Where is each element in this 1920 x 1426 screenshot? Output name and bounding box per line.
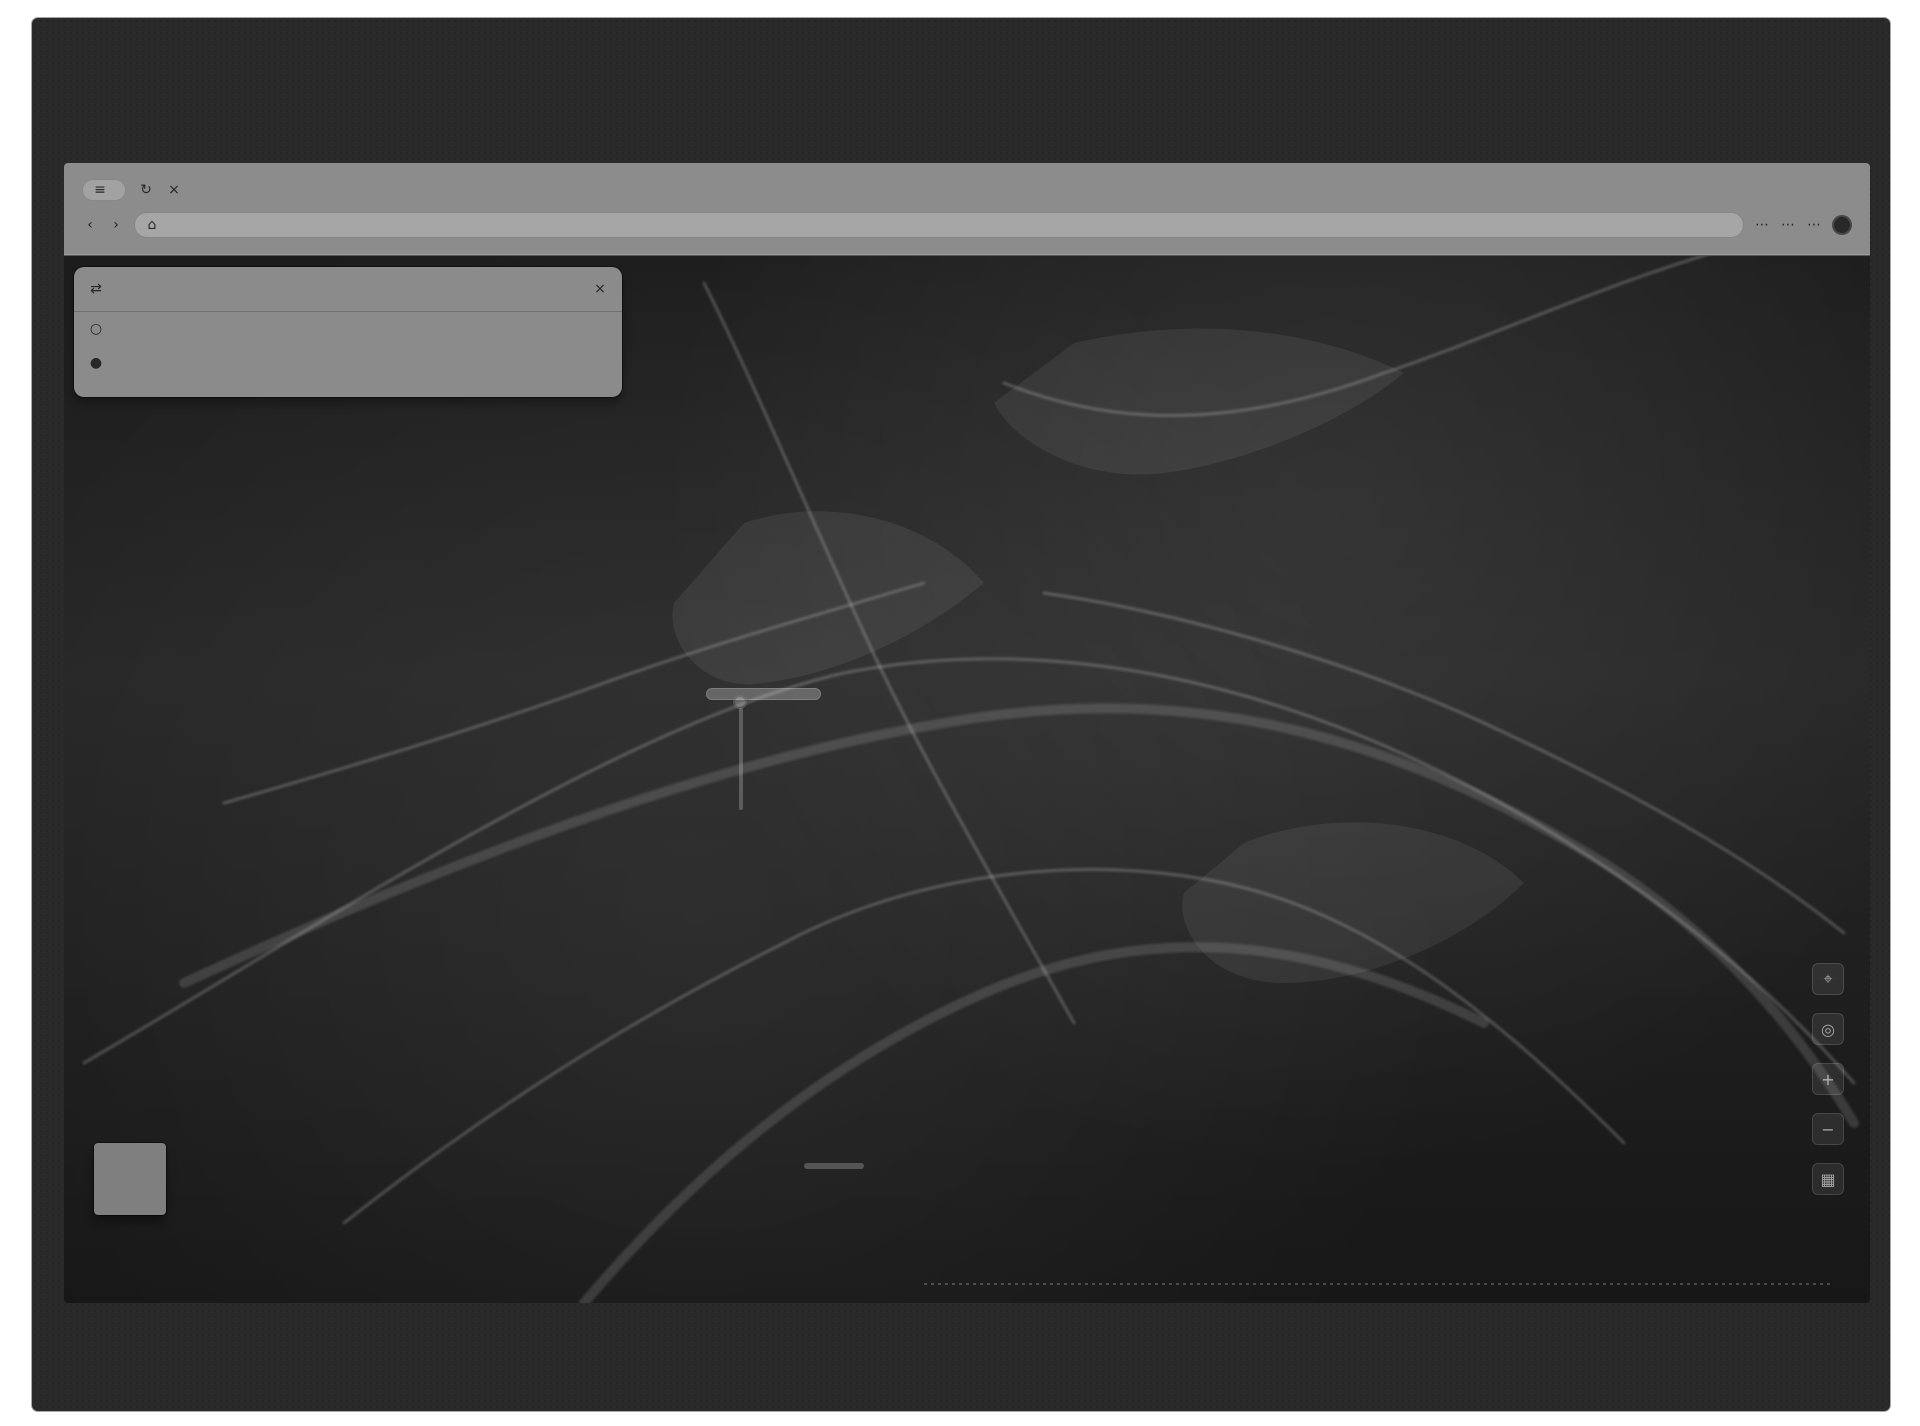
panel-line-1[interactable]: ○	[74, 312, 622, 346]
compass-icon[interactable]: ⌖	[1812, 963, 1844, 995]
address-bar[interactable]: ⌂	[134, 212, 1744, 238]
menu-icon: ≡	[94, 182, 106, 198]
map-controls: ⌖ ◎ + − ▦	[1804, 963, 1852, 1195]
site-icon: ⌂	[147, 217, 157, 233]
zoom-in-icon[interactable]: +	[1812, 1063, 1844, 1095]
map-screen: ≡ ↻ × ‹ › ⌂ ⋯ ⋯ ⋯ ⇄ × ○ ● ⌖ ◎ + − ▦	[64, 163, 1870, 1303]
marker-label[interactable]	[706, 688, 821, 700]
directions-icon[interactable]: ⇄	[88, 281, 104, 297]
close-icon[interactable]: ×	[166, 182, 182, 198]
major-road	[179, 703, 1859, 1128]
terrain-shade	[1182, 822, 1524, 983]
printed-photo: ≡ ↻ × ‹ › ⌂ ⋯ ⋯ ⋯ ⇄ × ○ ● ⌖ ◎ + − ▦	[32, 18, 1890, 1411]
terrain-shade	[994, 328, 1404, 475]
extensions-icon[interactable]: ⋯	[1754, 217, 1770, 233]
tab-bar: ≡ ↻ ×	[82, 177, 182, 203]
toolbar-right: ⋯ ⋯ ⋯	[1754, 215, 1852, 235]
address-row: ‹ › ⌂ ⋯ ⋯ ⋯	[82, 211, 1852, 239]
locate-icon[interactable]: ◎	[1812, 1013, 1844, 1045]
layers-button[interactable]	[94, 1143, 166, 1215]
reload-icon[interactable]: ↻	[138, 182, 154, 198]
marker-pin	[739, 708, 743, 810]
origin-icon: ○	[89, 321, 103, 337]
map-marker-dash	[804, 1163, 864, 1169]
close-icon[interactable]: ×	[592, 281, 608, 297]
layers-icon[interactable]: ▦	[1812, 1163, 1844, 1195]
directions-panel: ⇄ × ○ ●	[74, 267, 622, 397]
back-icon[interactable]: ‹	[82, 217, 98, 233]
panel-line-2[interactable]: ●	[74, 346, 622, 380]
terrain-shade	[672, 511, 984, 685]
extensions-icon[interactable]: ⋯	[1780, 217, 1796, 233]
marker-dot[interactable]	[733, 695, 747, 709]
extensions-icon[interactable]: ⋯	[1806, 217, 1822, 233]
browser-chrome: ≡ ↻ × ‹ › ⌂ ⋯ ⋯ ⋯	[64, 163, 1870, 256]
zoom-out-icon[interactable]: −	[1812, 1113, 1844, 1145]
tab[interactable]: ≡	[82, 179, 126, 201]
scale-line	[924, 1283, 1834, 1285]
destination-icon: ●	[89, 355, 103, 371]
panel-header: ⇄ ×	[74, 267, 622, 312]
major-road	[579, 942, 1489, 1303]
profile-icon[interactable]	[1832, 215, 1852, 235]
forward-icon[interactable]: ›	[108, 217, 124, 233]
